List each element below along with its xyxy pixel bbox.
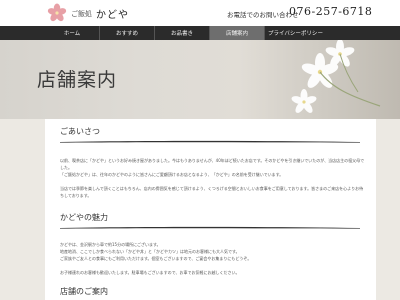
main-nav: ホーム おすすめ お品書き 店舗案内 プライバシーポリシー xyxy=(0,26,400,40)
main-content: ごあいさつ 以前、喫茶店に「かどや」というお好み焼き屋がありました。今はもうあり… xyxy=(45,119,376,300)
nav-item-store-info[interactable]: 店舗案内 xyxy=(210,26,265,40)
greeting-line-1: 以前、喫茶店に「かどや」というお好み焼き屋がありました。今はもうありませんが、4… xyxy=(60,158,365,170)
nav-item-recommend[interactable]: おすすめ xyxy=(100,26,155,40)
header: ご飯処 かどや お電話でのお問い合わせ 076-257-6718 xyxy=(0,0,400,26)
white-flowers-image xyxy=(291,40,381,113)
nav-item-home[interactable]: ホーム xyxy=(45,26,100,40)
greeting-line-2: 「ご飯処かどや」は、往年のかどやのように皆さんにご愛顧頂けるお店となるよう、「か… xyxy=(60,172,284,177)
cherry-blossom-icon xyxy=(47,3,67,22)
logo-name: かどや xyxy=(96,9,129,21)
charm-line-3: ご家族やご友人との食事にもご利用いただけます。個室もございますので、ご宴会やお集… xyxy=(60,256,252,261)
greeting-line-3: 当店では季節を楽しんで頂くことはもちろん、店内の雰囲気を感じて頂けるよう、くつろ… xyxy=(60,186,364,198)
page: ご飯処 かどや お電話でのお問い合わせ 076-257-6718 ホーム おすす… xyxy=(0,0,400,300)
phone-number[interactable]: 076-257-6718 xyxy=(289,5,372,18)
phone-label: お電話でのお問い合わせ xyxy=(227,11,299,19)
charm-line-1: かどやは、金沢駅から車で約15分の場所にございます。 xyxy=(60,242,161,247)
nav-item-menu[interactable]: お品書き xyxy=(155,26,210,40)
section-heading-store-info: 店舗のご案内 xyxy=(60,287,108,296)
charm-line-4: お子様連れのお客様も歓迎いたします。駐車場もございますので、お車でお気軽にお越し… xyxy=(60,270,240,275)
page-title: 店舗案内 xyxy=(37,69,118,91)
brush-divider xyxy=(60,226,360,229)
nav-item-privacy-policy[interactable]: プライバシーポリシー xyxy=(265,26,326,40)
hero-banner: 店舗案内 xyxy=(0,40,400,119)
section-heading-charm: かどやの魅力 xyxy=(60,213,108,222)
charm-line-2: 地産地消、ここでしか食べられない「かどや丼」と「かどやカツ」は地元のお客様にも大… xyxy=(60,249,240,254)
section-heading-greeting: ごあいさつ xyxy=(60,127,100,136)
brush-divider xyxy=(60,140,360,143)
logo-subtitle: ご飯処 xyxy=(71,10,92,18)
logo[interactable]: ご飯処 かどや xyxy=(46,3,129,23)
